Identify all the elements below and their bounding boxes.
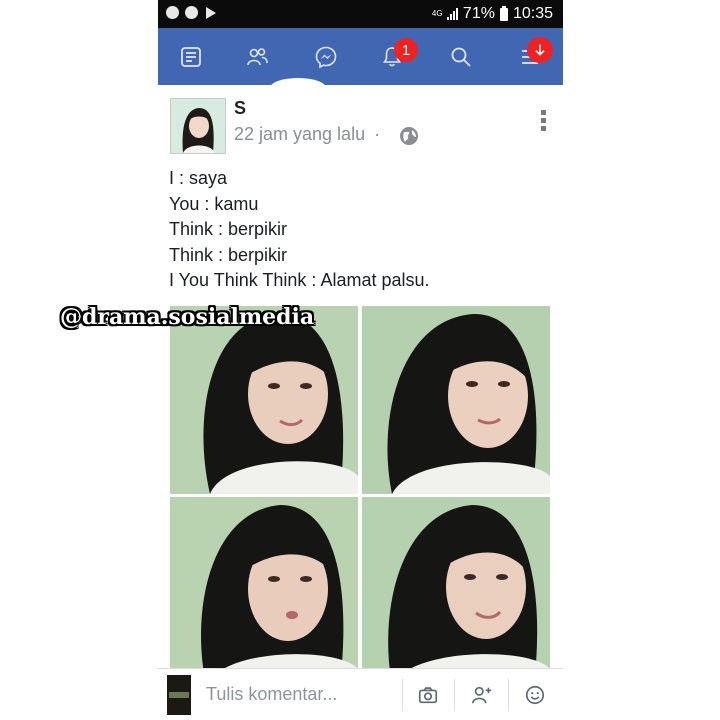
smiley-icon (525, 685, 545, 705)
post-photo[interactable] (170, 497, 358, 685)
phone-screen: 4G 71% 10:35 1 S 22 jam yang lalu · I: … (158, 0, 563, 720)
signal-icon (446, 8, 458, 20)
divider (508, 679, 509, 711)
commenter-avatar (167, 675, 191, 715)
news-feed-icon (181, 46, 201, 67)
sticker-button[interactable] (522, 682, 548, 708)
time-separator: · (374, 124, 381, 144)
network-type: 4G (431, 9, 443, 18)
divider (454, 679, 455, 711)
nav-bar: 1 (158, 28, 563, 85)
tab-friends[interactable] (224, 28, 290, 85)
messenger-icon (315, 46, 337, 68)
post-timestamp[interactable]: 22 jam yang lalu (234, 124, 365, 144)
comment-bar: Tulis komentar... (158, 668, 563, 720)
post-line: You : kamu (169, 193, 259, 214)
tab-search[interactable] (428, 28, 494, 85)
status-bar: 4G 71% 10:35 (158, 0, 563, 28)
arrow-down-icon (535, 44, 545, 56)
post-line: I : saya (169, 168, 228, 188)
notification-app-icon (166, 6, 179, 19)
status-notifications (166, 6, 216, 19)
tab-menu[interactable] (497, 28, 563, 85)
add-person-icon (472, 686, 492, 704)
post-line: I You Think Think : Alamat palsu. (169, 270, 430, 290)
clock: 10:35 (512, 5, 553, 22)
post-line: Think : berpikir (169, 244, 288, 265)
search-icon (451, 47, 471, 67)
selfie-image (362, 306, 550, 494)
comment-input[interactable]: Tulis komentar... (206, 684, 337, 705)
battery-percent: 71% (462, 5, 495, 22)
notification-badge: 1 (394, 38, 418, 62)
battery-icon (499, 5, 508, 21)
tab-messenger[interactable] (293, 28, 359, 85)
selfie-image (170, 497, 358, 685)
camera-button[interactable] (415, 682, 441, 708)
author-avatar[interactable] (170, 98, 226, 154)
globe-icon (400, 127, 418, 145)
post-time[interactable]: 22 jam yang lalu · (234, 124, 380, 145)
notification-app-icon (185, 6, 198, 19)
tag-friend-button[interactable] (469, 682, 495, 708)
selfie-image (362, 497, 550, 685)
author-name[interactable]: S (234, 98, 246, 119)
tab-news-feed[interactable] (158, 28, 224, 85)
download-badge[interactable] (527, 37, 553, 63)
post-photo[interactable] (170, 306, 358, 494)
post-line: Think : berpikir (169, 219, 288, 239)
camera-icon (418, 687, 438, 704)
selfie-image (170, 306, 358, 494)
post-photo[interactable] (362, 497, 550, 685)
tab-notifications[interactable]: 1 (359, 28, 425, 85)
post-photo[interactable] (362, 306, 550, 494)
nav-curve (270, 78, 326, 98)
divider (402, 679, 403, 711)
more-options-icon[interactable] (538, 110, 548, 132)
post-text: I : saya You : kamu Think : berpikir Thi… (169, 166, 430, 294)
friends-icon (247, 47, 268, 65)
watermark: @drama.sosialmedia (60, 304, 315, 330)
status-indicators: 4G 71% 10:35 (432, 5, 553, 23)
play-store-icon (206, 6, 216, 19)
